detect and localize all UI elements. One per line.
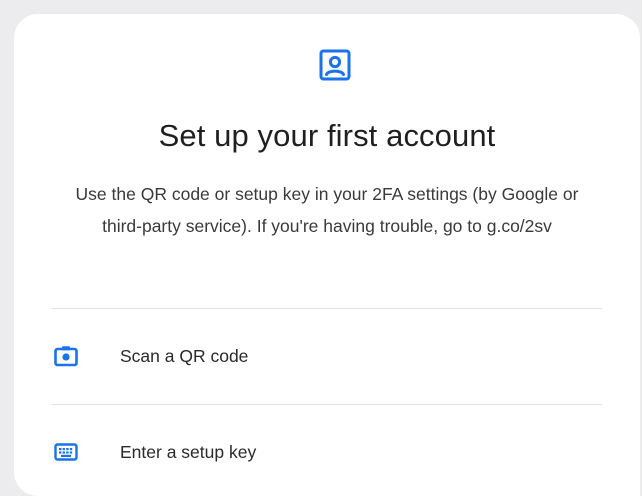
- enter-setup-key-option[interactable]: Enter a setup key: [52, 422, 602, 482]
- scan-qr-code-option[interactable]: Scan a QR code: [52, 326, 602, 386]
- keyboard-icon: [54, 440, 78, 464]
- setup-description: Use the QR code or setup key in your 2FA…: [75, 184, 579, 236]
- divider: [52, 308, 602, 309]
- camera-icon: [54, 344, 78, 368]
- scan-qr-code-label: Scan a QR code: [120, 345, 249, 366]
- enter-setup-key-label: Enter a setup key: [120, 441, 257, 462]
- divider: [52, 404, 602, 405]
- page-title: Set up your first account: [158, 118, 496, 153]
- setup-card: Set up your first account Use the QR cod…: [14, 14, 640, 496]
- account-box-icon: [319, 49, 351, 81]
